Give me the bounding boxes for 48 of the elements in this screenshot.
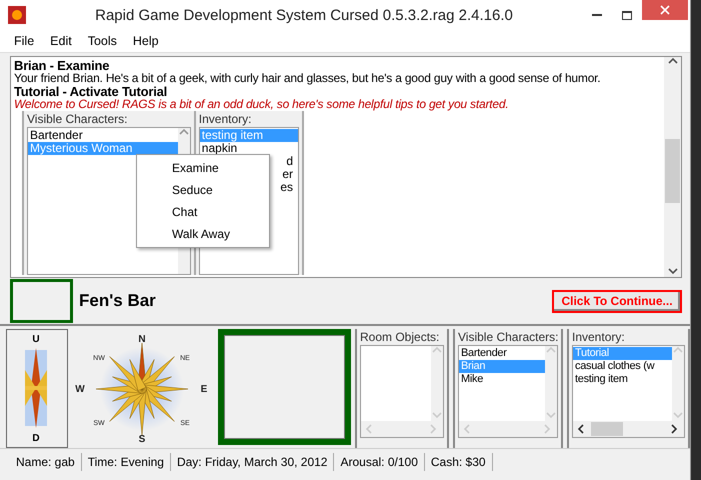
compass-label: E: [200, 384, 208, 395]
log-text: Welcome to Cursed! RAGS is a bit of an odd duck, so here's some helpful tips to get you started.: [14, 98, 510, 111]
context-menu-item[interactable]: Chat: [137, 201, 269, 223]
room-image-frame: [10, 279, 73, 323]
list-label: Room Objects:: [360, 329, 440, 345]
down-chevron-icon[interactable]: [668, 267, 678, 277]
window-title: Rapid Game Development System Cursed 0.5.3.2.rag 2.4.16.0: [94, 6, 514, 24]
scrollbar[interactable]: [664, 57, 681, 277]
close-icon[interactable]: [660, 5, 670, 15]
status-field: Name: gab: [10, 452, 82, 470]
status-field: Day: Friday, March 30, 2012: [170, 452, 334, 470]
log-heading: Brian - Examine: [14, 59, 110, 72]
list-item[interactable]: napkin: [200, 142, 298, 155]
list-item[interactable]: casual clothes (w: [573, 360, 672, 373]
list-item[interactable]: Mike: [459, 373, 545, 386]
compass-label: N: [138, 334, 146, 345]
log-text: Your friend Brian. He's a bit of a geek, with curly hair and glasses, but he's a good guy with a good sense of humor.: [14, 72, 602, 85]
context-menu-item[interactable]: Walk Away: [137, 223, 269, 245]
compass-label: S: [138, 434, 146, 445]
close-button[interactable]: [642, 0, 688, 20]
status-field: Arousal: 0/100: [334, 452, 425, 470]
list-label: Inventory:: [198, 111, 252, 127]
right-chevron-icon[interactable]: [670, 424, 680, 434]
list-label: Visible Characters:: [458, 329, 558, 345]
scrollbar-thumb[interactable]: [591, 422, 623, 436]
compass-label: U: [32, 334, 40, 345]
app-logo-icon: [8, 6, 26, 24]
compass-rose-drawing[interactable]: [96, 342, 188, 436]
compass-label: W: [75, 384, 85, 395]
up-down-star-drawing[interactable]: [25, 348, 47, 428]
status-field: Cash: $30: [424, 452, 493, 470]
minimize-icon[interactable]: [592, 14, 602, 16]
context-menu-item[interactable]: Examine: [137, 157, 269, 179]
log-heading: Tutorial - Activate Tutorial: [14, 85, 168, 98]
list-label: Visible Characters:: [27, 111, 128, 127]
room-name: Fen's Bar: [79, 291, 157, 311]
status-field: Time: Evening: [82, 452, 171, 470]
compass-label: D: [32, 433, 40, 444]
context-menu-item[interactable]: Seduce: [137, 179, 269, 201]
list-label: Inventory:: [572, 329, 626, 345]
list-item[interactable]: Bartender: [28, 129, 178, 142]
menu-item[interactable]: Help: [124, 34, 167, 48]
menu-item[interactable]: Edit: [42, 34, 80, 48]
list-item[interactable]: Bartender: [459, 347, 545, 360]
maximize-icon[interactable]: [622, 10, 632, 20]
menu-item[interactable]: File: [6, 34, 42, 48]
list-item[interactable]: testing item: [573, 373, 672, 386]
menu-item[interactable]: Tools: [80, 34, 125, 48]
